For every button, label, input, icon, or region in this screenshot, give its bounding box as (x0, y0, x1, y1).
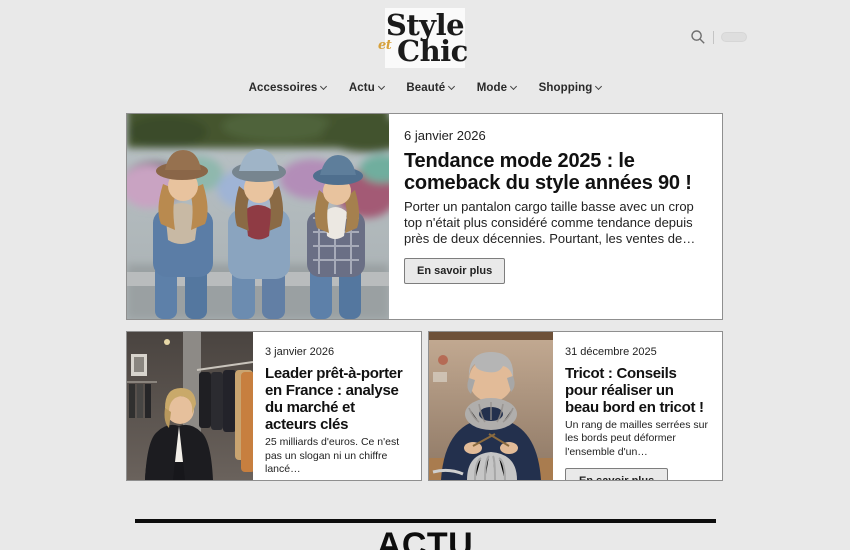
article-card-pret-a-porter: 3 janvier 2026 Leader prêt-à-porter en F… (126, 331, 422, 481)
site-logo[interactable]: Style etChic (385, 8, 465, 68)
nav-item-shopping[interactable]: Shopping (539, 82, 602, 94)
header-divider (713, 31, 714, 44)
logo-word-et: et (378, 39, 391, 52)
chevron-down-icon (510, 83, 517, 90)
search-icon[interactable] (690, 29, 706, 45)
hero-article-body: 6 janvier 2026 Tendance mode 2025 : le c… (389, 114, 722, 319)
theme-toggle[interactable] (721, 32, 747, 42)
article-date: 31 décembre 2025 (565, 346, 710, 358)
hero-article-image[interactable] (127, 114, 389, 319)
hero-article-title[interactable]: Tendance mode 2025 : le comeback du styl… (404, 150, 706, 195)
article-title[interactable]: Tricot : Conseils pour réaliser un beau … (565, 365, 710, 416)
hero-read-more-button[interactable]: En savoir plus (404, 258, 505, 284)
nav-item-mode[interactable]: Mode (477, 82, 516, 94)
nav-item-beaute[interactable]: Beauté (406, 82, 454, 94)
chevron-down-icon (595, 83, 602, 90)
article-image-boutique[interactable] (127, 332, 253, 480)
main-navigation: Accessoires Actu Beauté Mode Shopping (0, 78, 850, 96)
article-image-tricot[interactable] (429, 332, 553, 480)
article-excerpt: Un rang de mailles serrées sur les bords… (565, 419, 710, 458)
article-body: 3 janvier 2026 Leader prêt-à-porter en F… (253, 332, 421, 480)
article-date: 3 janvier 2026 (265, 346, 409, 358)
header-tools (690, 29, 747, 45)
hero-article-card: 6 janvier 2026 Tendance mode 2025 : le c… (126, 113, 723, 320)
nav-item-accessoires[interactable]: Accessoires (249, 82, 327, 94)
article-title[interactable]: Leader prêt-à-porter en France : analyse… (265, 365, 409, 433)
page: Style etChic Accessoires Actu Beauté Mod… (0, 0, 850, 550)
logo-word-chic: etChic (397, 37, 465, 66)
section-title: ACTU (0, 526, 850, 550)
nav-item-actu[interactable]: Actu (349, 82, 384, 94)
hero-article-excerpt: Porter un pantalon cargo taille basse av… (404, 199, 706, 248)
chevron-down-icon (378, 83, 385, 90)
article-excerpt: 25 milliards d'euros. Ce n'est pas un sl… (265, 436, 409, 475)
article-card-tricot: 31 décembre 2025 Tricot : Conseils pour … (428, 331, 723, 481)
article-body: 31 décembre 2025 Tricot : Conseils pour … (553, 332, 722, 480)
hero-article-date: 6 janvier 2026 (404, 128, 706, 143)
actu-section-header: ACTU (0, 519, 850, 550)
read-more-button[interactable]: En savoir plus (565, 468, 668, 481)
chevron-down-icon (448, 83, 455, 90)
section-divider (135, 519, 716, 523)
chevron-down-icon (320, 83, 327, 90)
